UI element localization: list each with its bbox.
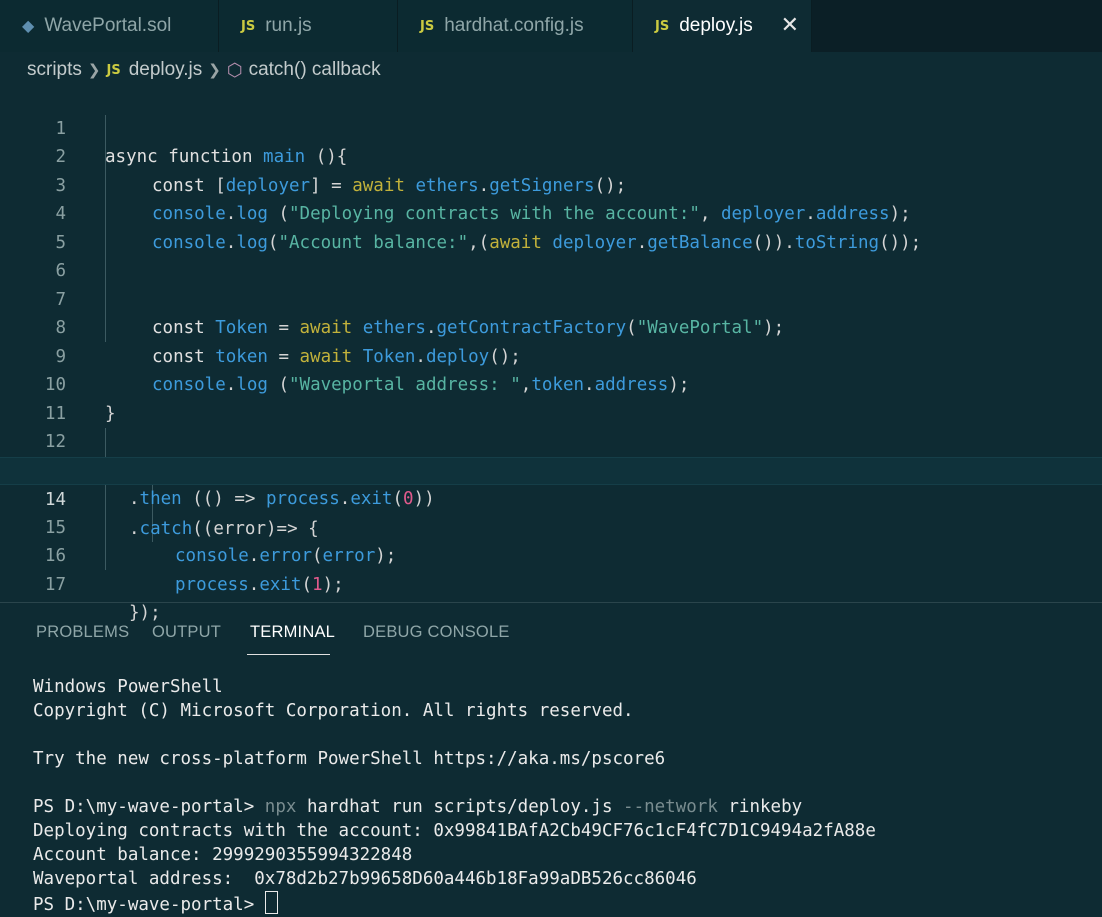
tab-waveportal-sol[interactable]: ◆ WavePortal.sol: [0, 0, 219, 52]
tab-label: deploy.js: [679, 15, 753, 36]
command-npx: npx: [264, 797, 297, 817]
tab-run-js[interactable]: JS run.js: [219, 0, 398, 52]
terminal-line: Try the new cross-platform PowerShell ht…: [33, 749, 666, 769]
code-line: 7 const Token = await ethers.getContract…: [0, 257, 1102, 339]
tab-hardhat-config-js[interactable]: JS hardhat.config.js: [398, 0, 633, 52]
js-icon: JS: [106, 62, 121, 78]
tab-deploy-js[interactable]: JS deploy.js ✕: [633, 0, 812, 52]
terminal-line: Copyright (C) Microsoft Corporation. All…: [33, 701, 634, 721]
tab-terminal[interactable]: TERMINAL: [250, 623, 335, 642]
terminal-cursor[interactable]: [264, 891, 278, 914]
tab-label: WavePortal.sol: [44, 15, 172, 36]
terminal-line: Waveportal address: 0x78d2b27b99658D60a4…: [33, 869, 697, 889]
breadcrumb: scripts ❯ JS deploy.js ❯ ⬡ catch() callb…: [0, 54, 1102, 86]
terminal-output[interactable]: Windows PowerShell Copyright (C) Microso…: [33, 675, 876, 915]
terminal-line: Windows PowerShell: [33, 677, 223, 697]
js-icon: JS: [655, 18, 670, 34]
code-line: 16 process.exit(1);: [0, 514, 1102, 595]
terminal-line: Account balance: 2999290355994322848: [33, 845, 413, 865]
command-flag: --network: [623, 797, 718, 817]
panel-tab-bar: PROBLEMS OUTPUT TERMINAL DEBUG CONSOLE: [0, 603, 1102, 659]
command-main: hardhat run scripts/deploy.js: [296, 797, 624, 817]
code-line: 10 }: [0, 343, 1102, 424]
tab-debug-console[interactable]: DEBUG CONSOLE: [363, 623, 510, 642]
terminal-prompt: PS D:\my-wave-portal>: [33, 797, 265, 817]
breadcrumb-file[interactable]: deploy.js: [129, 59, 203, 81]
terminal-prompt: PS D:\my-wave-portal>: [33, 895, 265, 915]
code-line: 9 console.log ("Waveportal address: ",to…: [0, 314, 1102, 396]
code-line: 11: [0, 371, 1102, 424]
tab-output[interactable]: OUTPUT: [152, 623, 221, 642]
code-line: 5: [0, 200, 1102, 253]
tab-label: run.js: [265, 15, 312, 36]
solidity-icon: ◆: [22, 18, 35, 35]
code-editor[interactable]: 1 async function main (){ 2 const [deplo…: [0, 86, 1102, 624]
tab-problems[interactable]: PROBLEMS: [36, 623, 129, 642]
command-arg: rinkeby: [717, 797, 803, 817]
cube-icon: ⬡: [226, 59, 243, 80]
code-line: 15 console.error(error);: [0, 485, 1102, 567]
code-text: process.exit(1);: [175, 574, 344, 595]
code-line-current: 14 .catch((error)=> {: [0, 456, 1102, 539]
chevron-right-icon: ❯: [87, 61, 101, 79]
code-line: 13 .then (() => process.exit(0)): [0, 428, 1102, 510]
code-line: 17 });: [0, 542, 1102, 624]
code-line: 4 console.log("Account balance:",(await …: [0, 172, 1102, 253]
code-line: 3 console.log ("Deploying contracts with…: [0, 143, 1102, 225]
active-tab-indicator: [247, 654, 330, 655]
line-number: 17: [44, 574, 66, 595]
editor-tab-bar: ◆ WavePortal.sol JS run.js JS hardhat.co…: [0, 0, 1102, 52]
code-line: 12 main(): [0, 400, 1102, 481]
tab-label: hardhat.config.js: [444, 15, 584, 36]
terminal-prompt-line: PS D:\my-wave-portal>: [33, 891, 876, 915]
breadcrumb-folder[interactable]: scripts: [27, 59, 82, 81]
code-line: 2 const [deployer] = await ethers.getSig…: [0, 115, 1102, 196]
js-icon: JS: [420, 18, 435, 34]
code-line: 8 const token = await Token.deploy();: [0, 286, 1102, 367]
code-line: 1 async function main (){: [0, 86, 1102, 168]
js-icon: JS: [241, 18, 256, 34]
breadcrumb-symbol[interactable]: catch() callback: [249, 59, 381, 81]
code-line: 6: [0, 229, 1102, 281]
close-icon[interactable]: ✕: [781, 13, 799, 38]
chevron-right-icon: ❯: [208, 61, 221, 79]
terminal-line: Deploying contracts with the account: 0x…: [33, 821, 876, 841]
terminal-command-line: PS D:\my-wave-portal> npx hardhat run sc…: [33, 795, 876, 819]
